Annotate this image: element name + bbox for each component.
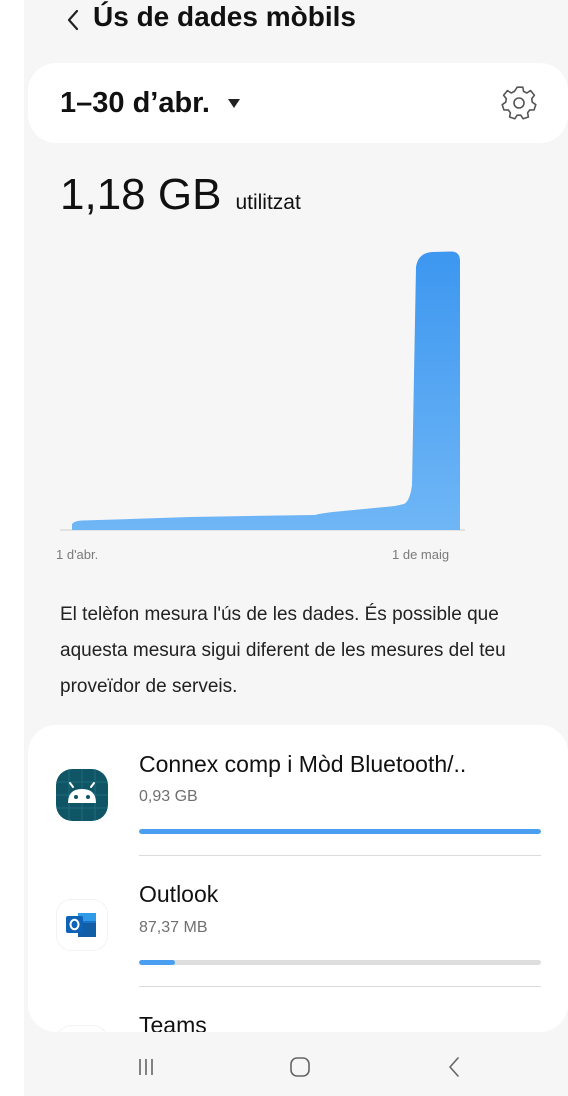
period-card: 1–30 d’abr.: [28, 63, 568, 143]
period-dropdown[interactable]: 1–30 d’abr.: [60, 81, 240, 125]
chart-x-label-start: 1 d'abr.: [56, 547, 99, 562]
app-row-bluetooth[interactable]: Connex comp i Mòd Bluetooth/.. 0,93 GB: [28, 725, 568, 857]
app-row-teams[interactable]: Teams: [28, 987, 568, 1032]
app-usage-bar: [139, 960, 541, 965]
chart-x-label-end: 1 de maig: [392, 547, 450, 562]
nav-back-button[interactable]: [434, 1052, 474, 1082]
app-usage-bar-fill: [139, 829, 541, 834]
period-label: 1–30 d’abr.: [60, 86, 210, 119]
info-text: El telèfon mesura l'ús de les dades. És …: [60, 604, 506, 697]
caret-down-icon: [227, 98, 240, 108]
header: Ús de dades mòbils: [24, 0, 568, 50]
back-button[interactable]: [58, 2, 88, 38]
app-usage-bar: [139, 829, 541, 834]
gear-icon: [501, 86, 537, 120]
usage-chart: [60, 251, 465, 531]
usage-suffix: utilitzat: [235, 191, 301, 214]
app-size: 0,93 GB: [139, 788, 198, 805]
app-name: Outlook: [139, 881, 219, 907]
app-usage-bar-fill: [139, 960, 176, 965]
screen: Ús de dades mòbils 1–30 d’abr. 1,18 GB u…: [24, 0, 568, 1096]
settings-button[interactable]: [500, 83, 540, 123]
recents-icon: [139, 1059, 153, 1075]
chart-area: [72, 251, 460, 530]
teams-icon: [58, 1025, 106, 1032]
home-icon: [290, 1057, 310, 1077]
back-icon: [449, 1057, 459, 1077]
app-row-outlook[interactable]: Outlook 87,37 MB: [28, 856, 568, 986]
navigation-bar: [24, 1036, 568, 1096]
outlook-icon: [56, 899, 108, 951]
recents-button[interactable]: [126, 1052, 166, 1082]
usage-value: 1,18 GB: [60, 170, 222, 219]
home-button[interactable]: [280, 1052, 320, 1082]
app-name: Connex comp i Mòd Bluetooth/..: [139, 751, 467, 777]
app-size: 87,37 MB: [139, 919, 208, 936]
chevron-left-icon: [67, 9, 79, 31]
android-icon: [56, 769, 108, 821]
apps-card: Connex comp i Mòd Bluetooth/.. 0,93 GB O…: [28, 725, 568, 1032]
app-name: Teams: [139, 1012, 207, 1032]
usage-total: 1,18 GB utilitzat: [60, 170, 301, 220]
page-title: Ús de dades mòbils: [93, 1, 356, 32]
